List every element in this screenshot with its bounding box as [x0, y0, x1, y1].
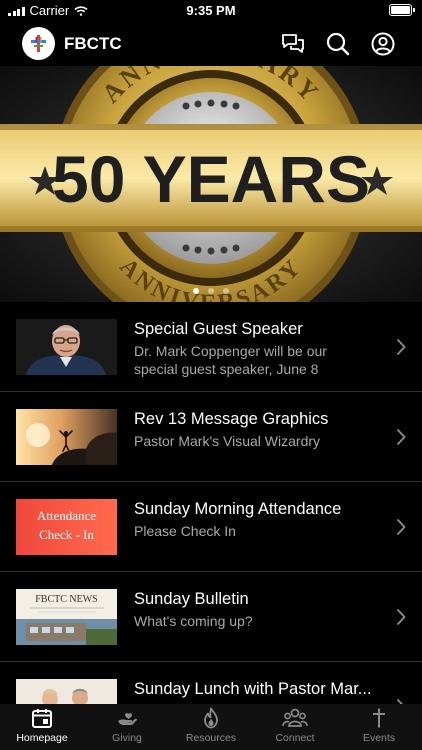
carousel-dot[interactable]	[223, 288, 229, 294]
carousel-dot[interactable]	[193, 288, 199, 294]
chevron-right-icon	[396, 518, 406, 536]
attendance-thumbnail: Attendance Check - In	[16, 499, 117, 555]
search-icon[interactable]	[325, 31, 351, 57]
status-bar: Carrier 9:35 PM	[0, 0, 422, 22]
tab-label: Homepage	[16, 732, 68, 744]
list-item-title: Sunday Morning Attendance	[134, 500, 342, 518]
hero-main-text: 50 YEARS	[52, 142, 370, 216]
clock: 9:35 PM	[186, 3, 236, 18]
chat-icon[interactable]	[280, 31, 306, 57]
tab-homepage[interactable]: Homepage	[0, 704, 84, 750]
flame-icon	[204, 707, 218, 729]
giving-hand-icon	[118, 713, 137, 725]
anniversary-banner-image: 50 YEARS ANNIVERSARY ANNIVERSARY	[0, 66, 422, 302]
tab-resources[interactable]: Resources	[169, 704, 253, 750]
bulletin-thumbnail: FBCTC NEWS	[16, 589, 117, 645]
hero-carousel[interactable]: 50 YEARS ANNIVERSARY ANNIVERSARY	[0, 66, 422, 302]
list-item-subtitle: Pastor Mark's Visual Wizardry	[134, 433, 321, 449]
tab-events[interactable]: Events	[337, 704, 421, 750]
app-title: FBCTC	[64, 34, 122, 53]
content-list: Special Guest Speaker Dr. Mark Coppenger…	[0, 302, 422, 704]
chevron-right-icon	[396, 608, 406, 626]
list-item-guest-speaker[interactable]: Special Guest Speaker Dr. Mark Coppenger…	[0, 302, 422, 392]
tab-giving[interactable]: Giving	[85, 704, 169, 750]
tab-label: Events	[362, 732, 396, 744]
list-item-attendance[interactable]: Attendance Check - In Sunday Morning Att…	[0, 482, 422, 572]
sunday-lunch-thumbnail	[16, 679, 117, 704]
tab-connect[interactable]: Connect	[253, 704, 337, 750]
list-item-title: Rev 13 Message Graphics	[134, 410, 329, 428]
list-item-title: Sunday Bulletin	[134, 590, 249, 608]
list-item-title: Sunday Lunch with Pastor Mar...	[134, 680, 372, 698]
cross-icon	[373, 708, 385, 728]
carousel-dot[interactable]	[208, 288, 214, 294]
list-item-subtitle: What's coming up?	[134, 613, 253, 629]
list-item-rev13-graphics[interactable]: Rev 13 Message Graphics Pastor Mark's Vi…	[0, 392, 422, 482]
people-icon	[282, 708, 308, 727]
calendar-icon	[32, 709, 52, 728]
chevron-right-icon	[396, 428, 406, 446]
guest-speaker-thumbnail	[16, 319, 117, 375]
list-item-sunday-lunch[interactable]: Sunday Lunch with Pastor Mar...	[0, 662, 422, 704]
bottom-tab-bar: Homepage Giving Resources Connect Events	[0, 704, 422, 750]
app-header: FBCTC	[0, 22, 422, 66]
tab-label: Connect	[275, 732, 315, 744]
carousel-pagination	[0, 288, 422, 294]
list-item-subtitle: Dr. Mark Coppenger will be our special g…	[134, 343, 327, 377]
attendance-thumb-text: Attendance	[36, 508, 97, 523]
chevron-right-icon	[396, 338, 406, 356]
list-item-title: Special Guest Speaker	[134, 320, 303, 338]
list-item-bulletin[interactable]: FBCTC NEWS Sunday Bulletin What's coming…	[0, 572, 422, 662]
tab-label: Resources	[185, 732, 237, 744]
checkin-thumb-text: Check - In	[39, 527, 94, 542]
battery-icon	[389, 4, 415, 16]
tab-label: Giving	[112, 732, 142, 744]
church-logo[interactable]	[22, 27, 55, 60]
profile-icon[interactable]	[370, 31, 396, 57]
rev13-thumbnail	[16, 409, 117, 465]
list-item-subtitle: Please Check In	[134, 523, 236, 539]
